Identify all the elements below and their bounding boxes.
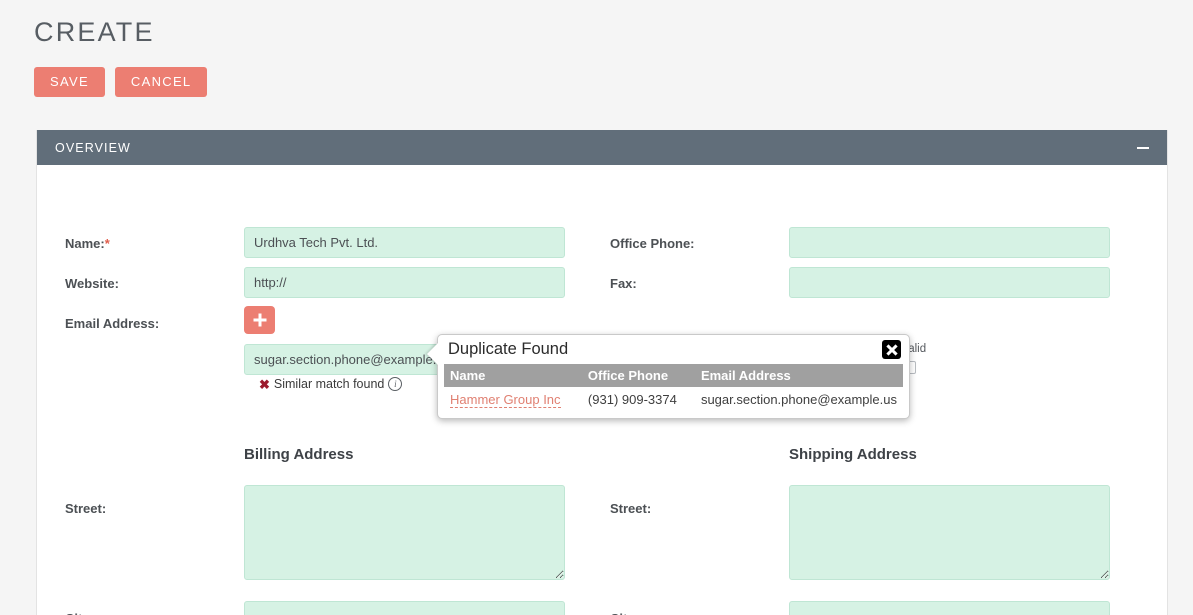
cell-email-address: sugar.section.phone@example.us bbox=[694, 387, 903, 412]
shipping-address-heading: Shipping Address bbox=[789, 446, 917, 463]
fax-label: Fax: bbox=[610, 276, 637, 291]
shipping-street-input[interactable] bbox=[789, 485, 1110, 580]
cell-office-phone: (931) 909-3374 bbox=[581, 387, 695, 412]
billing-city-input[interactable] bbox=[244, 601, 565, 615]
column-header-name: Name bbox=[444, 364, 582, 387]
add-email-button[interactable] bbox=[244, 306, 275, 334]
required-marker: * bbox=[104, 236, 110, 251]
billing-street-label: Street: bbox=[65, 501, 107, 516]
table-row: Hammer Group Inc (931) 909-3374 sugar.se… bbox=[444, 387, 903, 412]
column-header-email-address: Email Address bbox=[694, 364, 903, 387]
error-x-icon: ✖ bbox=[259, 376, 270, 392]
duplicate-results-table: Name Office Phone Email Address Hammer G… bbox=[444, 364, 903, 412]
save-button[interactable]: SAVE bbox=[34, 67, 105, 97]
cancel-button[interactable]: CANCEL bbox=[114, 67, 208, 97]
shipping-street-label: Street: bbox=[610, 501, 652, 516]
action-bar: SAVE CANCEL bbox=[34, 67, 208, 97]
billing-address-heading: Billing Address bbox=[244, 446, 354, 463]
name-label: Name:* bbox=[65, 236, 110, 251]
duplicate-popup-header: Duplicate Found bbox=[438, 335, 909, 364]
popup-pointer bbox=[427, 343, 438, 365]
website-input[interactable] bbox=[244, 267, 565, 298]
minus-icon bbox=[1137, 146, 1149, 149]
email-address-label: Email Address: bbox=[65, 316, 160, 331]
duplicate-popup-title: Duplicate Found bbox=[448, 340, 569, 358]
page-title: CREATE bbox=[34, 17, 155, 47]
office-phone-label: Office Phone: bbox=[610, 236, 695, 251]
shipping-city-label: City: bbox=[610, 610, 639, 615]
name-input[interactable] bbox=[244, 227, 565, 258]
overview-panel-header: OVERVIEW bbox=[37, 130, 1167, 165]
office-phone-input[interactable] bbox=[789, 227, 1110, 258]
info-circle-icon[interactable]: i bbox=[388, 377, 403, 391]
email-validation-message: ✖ Similar match found i bbox=[259, 376, 403, 392]
column-header-office-phone: Office Phone bbox=[581, 364, 695, 387]
overview-panel-title: OVERVIEW bbox=[55, 140, 131, 155]
table-header-row: Name Office Phone Email Address bbox=[444, 364, 903, 387]
validation-text: Similar match found bbox=[273, 377, 385, 391]
account-create-page: CREATE SAVE CANCEL OVERVIEW Name:* Websi… bbox=[0, 0, 1193, 615]
shipping-city-input[interactable] bbox=[789, 601, 1110, 615]
duplicate-record-link[interactable]: Hammer Group Inc bbox=[450, 392, 561, 408]
duplicate-found-popup: Duplicate Found Name Office Phone Email … bbox=[427, 334, 910, 419]
collapse-panel-button[interactable] bbox=[1137, 130, 1149, 165]
website-label: Website: bbox=[65, 276, 119, 291]
cell-name: Hammer Group Inc bbox=[444, 387, 582, 412]
billing-street-input[interactable] bbox=[244, 485, 565, 580]
billing-city-label: City: bbox=[65, 610, 94, 615]
close-x-icon[interactable] bbox=[882, 340, 901, 359]
fax-input[interactable] bbox=[789, 267, 1110, 298]
